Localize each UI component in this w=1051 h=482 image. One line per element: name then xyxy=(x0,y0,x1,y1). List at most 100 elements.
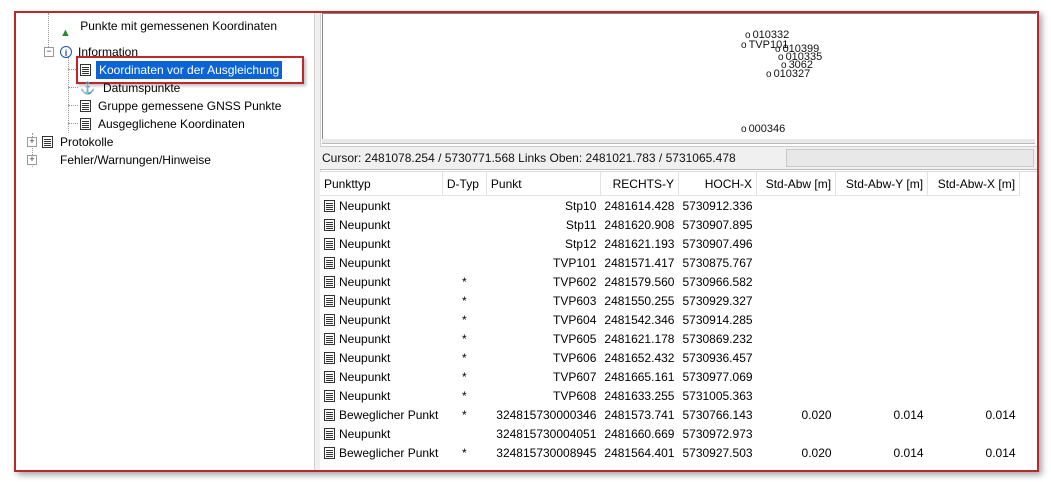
document-icon xyxy=(324,447,335,460)
cell-std-abw-y xyxy=(836,424,928,443)
column-header-hoch-x[interactable]: HOCH-X xyxy=(678,172,758,196)
cell-std-abw xyxy=(757,215,836,234)
map-point[interactable]: 010327 xyxy=(766,69,811,80)
cell-rechts-y: 2481621.178 xyxy=(604,331,675,346)
point-type-label: Neupunkt xyxy=(339,255,391,270)
cell-std-abw-x xyxy=(928,367,1020,386)
column-header-punkttyp[interactable]: Punkttyp xyxy=(320,172,443,196)
document-icon xyxy=(324,200,335,213)
tree-item-protokolle[interactable]: Protokolle xyxy=(42,132,115,150)
cell-rechts-y: 2481621.193 xyxy=(604,236,675,251)
cell-std-abw-x xyxy=(928,196,1020,216)
table-row[interactable]: Neupunkt Stp10 2481614.428 5730912.336 xyxy=(320,196,1020,216)
tree-item-punkte-gemessen[interactable]: ▲ Punkte mit gemessenen Koordinaten xyxy=(60,19,279,41)
tree-item-ausgeglichene-koordinaten[interactable]: Ausgeglichene Koordinaten xyxy=(80,114,247,132)
cell-std-abw xyxy=(757,291,836,310)
cell-hoch-x: 5730972.973 xyxy=(682,426,753,441)
info-icon: i xyxy=(60,45,72,58)
tree-item-label: Gruppe gemessene GNSS Punkte xyxy=(98,98,282,113)
expand-toggle-fehler[interactable]: + xyxy=(27,155,37,165)
table-row[interactable]: Neupunkt Stp11 2481620.908 5730907.895 xyxy=(320,215,1020,234)
cell-hoch-x: 5730936.457 xyxy=(682,350,753,365)
table-row[interactable]: Neupunkt * TVP603 2481550.255 5730929.327 xyxy=(320,291,1020,310)
table-row[interactable]: Beweglicher Punkt * 324815730008945 2481564… xyxy=(320,443,1020,462)
cell-std-abw-x xyxy=(928,215,1020,234)
cell-rechts-y: 2481620.908 xyxy=(604,217,675,232)
column-header-std-abw[interactable]: Std-Abw [m] xyxy=(756,172,837,196)
cell-rechts-y: 2481564.401 xyxy=(604,445,675,460)
map-view[interactable]: 010332 TVP101 010399 010335 3062 010327 … xyxy=(322,13,1036,140)
cell-std-abw-y xyxy=(836,291,928,310)
cell-std-abw-y xyxy=(836,310,928,329)
cell-punkt: Stp10 xyxy=(565,198,597,213)
document-icon xyxy=(324,295,335,308)
cell-punkt: TVP607 xyxy=(553,369,597,384)
status-bar: Cursor: 2481078.254 / 5730771.568 Links … xyxy=(320,146,1037,170)
cell-std-abw xyxy=(757,424,836,443)
table-row[interactable]: Neupunkt * TVP606 2481652.432 5730936.457 xyxy=(320,348,1020,367)
cell-hoch-x: 5730907.496 xyxy=(682,236,753,251)
table-row[interactable]: Neupunkt * TVP604 2481542.346 5730914.285 xyxy=(320,310,1020,329)
tree-connector xyxy=(68,105,78,106)
document-icon xyxy=(324,352,335,365)
cell-punkttyp: Neupunkt xyxy=(320,386,442,405)
cell-std-abw-y: 0.014 xyxy=(893,407,924,422)
cell-std-abw-x xyxy=(928,291,1020,310)
table-row[interactable]: Neupunkt * TVP607 2481665.161 5730977.069 xyxy=(320,367,1020,386)
cell-rechts-y: 2481579.560 xyxy=(604,274,675,289)
tree-item-label: Punkte mit gemessenen Koordinaten xyxy=(80,18,278,33)
cell-std-abw-x xyxy=(928,310,1020,329)
map-scrollbar[interactable] xyxy=(322,139,1035,144)
cell-hoch-x: 5730907.895 xyxy=(682,217,753,232)
column-header-d-typ[interactable]: D-Typ xyxy=(442,172,487,196)
tree-item-datumspunkte[interactable]: ⚓ Datumspunkte xyxy=(80,78,182,96)
document-icon xyxy=(324,371,335,384)
table-header-row: Punkttyp D-Typ Punkt RECHTS-Y HOCH-X Std… xyxy=(320,172,1021,196)
cell-punkttyp: Neupunkt xyxy=(320,272,442,291)
cell-d-typ xyxy=(442,424,486,443)
cell-rechts-y: 2481665.161 xyxy=(604,369,675,384)
cell-punkt: TVP603 xyxy=(553,293,597,308)
cell-std-abw-y xyxy=(836,272,928,291)
cell-punkttyp: Beweglicher Punkt xyxy=(320,443,442,462)
cell-d-typ: * xyxy=(462,388,467,403)
warning-icon: ▲ xyxy=(60,27,71,39)
column-header-std-abw-y[interactable]: Std-Abw-Y [m] xyxy=(835,172,929,196)
document-icon xyxy=(324,428,335,441)
table-row[interactable]: Neupunkt * TVP605 2481621.178 5730869.232 xyxy=(320,329,1020,348)
cell-rechts-y: 2481614.428 xyxy=(604,198,675,213)
cell-hoch-x: 5730966.582 xyxy=(682,274,753,289)
table-row[interactable]: Neupunkt TVP101 2481571.417 5730875.767 xyxy=(320,253,1020,272)
cell-rechts-y: 2481542.346 xyxy=(604,312,675,327)
cell-d-typ: * xyxy=(462,331,467,346)
column-header-std-abw-x[interactable]: Std-Abw-X [m] xyxy=(927,172,1021,196)
table-row[interactable]: Neupunkt * TVP608 2481633.255 5731005.363 xyxy=(320,386,1020,405)
cell-std-abw xyxy=(757,367,836,386)
point-type-label: Beweglicher Punkt xyxy=(339,445,439,460)
expand-toggle-protokolle[interactable]: + xyxy=(27,137,37,147)
map-point[interactable]: 000346 xyxy=(741,124,786,135)
cell-punkt: Stp12 xyxy=(565,236,597,251)
point-type-label: Neupunkt xyxy=(339,350,391,365)
tree-item-fehler-warnungen[interactable]: Fehler/Warnungen/Hinweise xyxy=(58,150,213,168)
column-header-rechts-y[interactable]: RECHTS-Y xyxy=(600,172,679,196)
point-type-label: Neupunkt xyxy=(339,217,391,232)
cell-d-typ: * xyxy=(462,369,467,384)
tree-item-gnss-punkte[interactable]: Gruppe gemessene GNSS Punkte xyxy=(80,96,283,114)
cursor-coordinates: Cursor: 2481078.254 / 5730771.568 Links … xyxy=(322,151,736,165)
table-row[interactable]: Beweglicher Punkt * 324815730000346 2481573… xyxy=(320,405,1020,424)
document-icon xyxy=(42,135,53,148)
table-row[interactable]: Neupunkt 324815730004051 2481660.669 573097… xyxy=(320,424,1020,443)
cell-punkttyp: Neupunkt xyxy=(320,196,442,216)
table-row[interactable]: Neupunkt Stp12 2481621.193 5730907.496 xyxy=(320,234,1020,253)
cell-std-abw xyxy=(757,272,836,291)
cell-std-abw-x xyxy=(928,329,1020,348)
collapse-toggle-information[interactable]: − xyxy=(44,47,54,57)
column-header-punkt[interactable]: Punkt xyxy=(486,172,601,196)
cell-punkttyp: Neupunkt xyxy=(320,310,442,329)
cell-std-abw-y xyxy=(836,253,928,272)
coordinates-table: Punkttyp D-Typ Punkt RECHTS-Y HOCH-X Std… xyxy=(320,171,1037,470)
table-row[interactable]: Neupunkt * TVP602 2481579.560 5730966.582 xyxy=(320,272,1020,291)
document-icon xyxy=(324,333,335,346)
cell-punkt: TVP604 xyxy=(553,312,597,327)
